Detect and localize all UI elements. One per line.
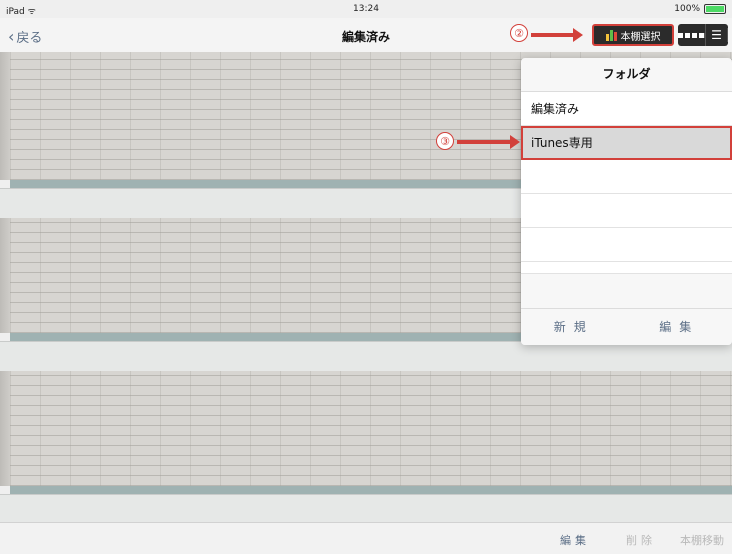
empty-row xyxy=(521,194,732,228)
delete-button[interactable]: 削除 xyxy=(626,532,656,548)
empty-row xyxy=(521,160,732,194)
popover-footer: 新規 編集 xyxy=(521,308,732,345)
view-mode-toggle: ☰ xyxy=(678,24,728,46)
battery-status: 100% xyxy=(674,4,726,14)
popover-title: フォルダ xyxy=(521,58,732,92)
battery-icon xyxy=(704,4,726,14)
folder-item[interactable]: 編集済み xyxy=(521,92,732,126)
shelf-select-button[interactable]: 本棚選択 xyxy=(592,24,674,46)
empty-row xyxy=(521,228,732,262)
new-folder-button[interactable]: 新規 xyxy=(521,309,627,345)
status-time: 13:24 xyxy=(0,4,732,14)
grid-icon xyxy=(678,33,705,38)
annotation-marker-3: ③ xyxy=(436,132,454,150)
annotation-arrow-3 xyxy=(457,140,512,144)
folder-popover: フォルダ 編集済み iTunes専用 新規 編集 xyxy=(521,58,732,345)
move-shelf-button[interactable]: 本棚移動 xyxy=(680,532,724,548)
edit-folder-button[interactable]: 編集 xyxy=(627,309,732,345)
edit-button[interactable]: 編集 xyxy=(560,532,590,548)
shelf-plank-3 xyxy=(0,494,732,524)
annotation-marker-2: ② xyxy=(510,24,528,42)
empty-row xyxy=(521,262,732,274)
navigation-bar: ‹ 戻る 編集済み ② 本棚選択 ☰ xyxy=(0,18,732,53)
bottom-toolbar: 編集 削除 本棚移動 xyxy=(0,522,732,554)
annotation-arrow-2 xyxy=(531,33,575,37)
list-view-button[interactable]: ☰ xyxy=(706,24,728,46)
grid-view-button[interactable] xyxy=(678,24,706,46)
bookshelf-icon xyxy=(606,29,617,41)
folder-item-selected[interactable]: iTunes専用 xyxy=(521,126,732,160)
shelf-select-label: 本棚選択 xyxy=(621,28,661,43)
list-icon: ☰ xyxy=(706,28,728,42)
shelf-ledge-3 xyxy=(10,486,732,494)
shelf-plank-2 xyxy=(0,341,732,372)
status-bar: iPad ᯤ 13:24 100% xyxy=(0,0,732,18)
shelf-wall-3 xyxy=(10,371,732,486)
